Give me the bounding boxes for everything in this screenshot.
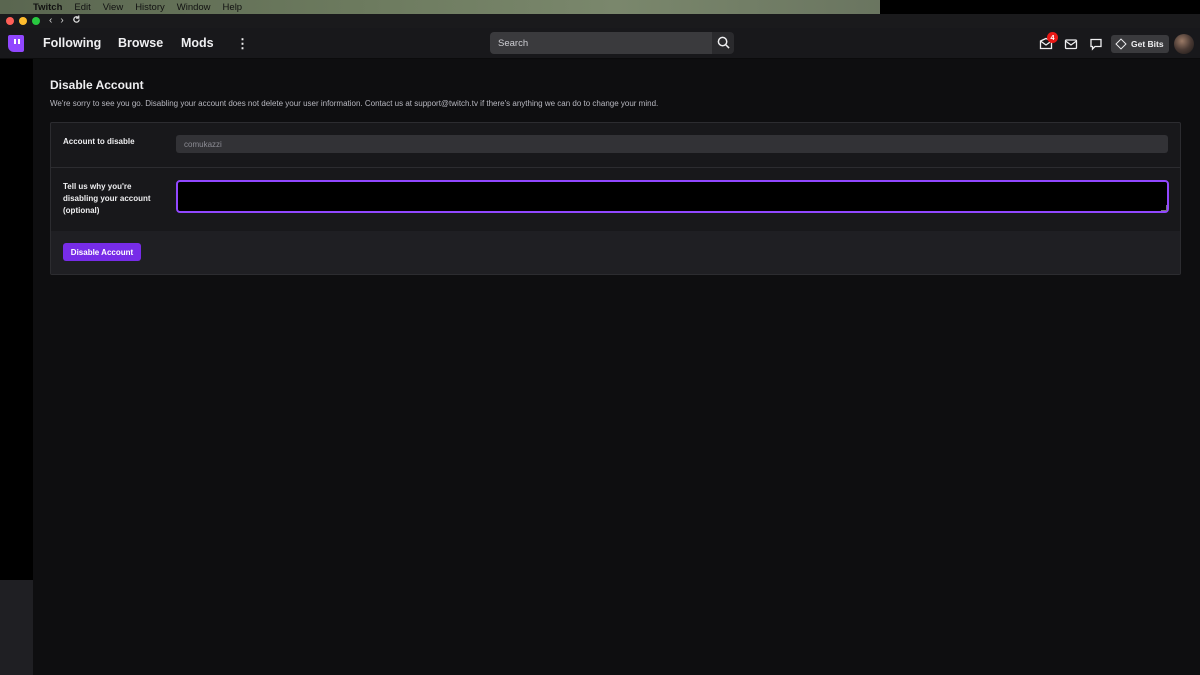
- menu-help[interactable]: Help: [223, 2, 243, 13]
- main-content: Disable Account We're sorry to see you g…: [33, 59, 1200, 675]
- top-navigation: Following Browse Mods ⋮: [0, 28, 1200, 59]
- reason-label: Tell us why you're disabling your accoun…: [63, 181, 151, 217]
- menubar-dark-area: [880, 0, 1200, 14]
- menu-window[interactable]: Window: [177, 2, 211, 13]
- minimize-window-button[interactable]: [19, 17, 27, 25]
- chat-icon[interactable]: [1089, 37, 1103, 51]
- get-bits-button[interactable]: Get Bits: [1111, 35, 1169, 53]
- resize-grip-icon[interactable]: [1161, 205, 1167, 211]
- macos-menubar: Twitch Edit View History Window Help: [0, 0, 880, 14]
- nav-browse[interactable]: Browse: [118, 36, 163, 50]
- bits-gem-icon: [1115, 38, 1127, 50]
- get-bits-label: Get Bits: [1131, 39, 1164, 49]
- search-input[interactable]: [490, 32, 712, 54]
- menu-app-twitch[interactable]: Twitch: [33, 2, 62, 13]
- twitch-logo-icon[interactable]: [8, 35, 24, 52]
- reason-row: Tell us why you're disabling your accoun…: [51, 168, 1180, 231]
- reason-textarea[interactable]: [176, 180, 1169, 213]
- close-window-button[interactable]: [6, 17, 14, 25]
- reason-label-line1: Tell us why you're: [63, 182, 132, 191]
- side-nav: [0, 59, 33, 675]
- reload-icon[interactable]: [72, 15, 81, 27]
- more-icon[interactable]: ⋮: [236, 36, 249, 52]
- reason-label-line3: (optional): [63, 206, 100, 215]
- menu-edit[interactable]: Edit: [74, 2, 90, 13]
- form-footer: Disable Account: [51, 231, 1180, 274]
- reason-label-line2: disabling your account: [63, 194, 151, 203]
- zoom-window-button[interactable]: [32, 17, 40, 25]
- account-label: Account to disable: [63, 137, 135, 146]
- notification-badge: 4: [1047, 32, 1058, 43]
- disable-account-form: Account to disable Tell us why you're di…: [50, 122, 1181, 275]
- back-icon[interactable]: ‹: [49, 16, 52, 26]
- nav-mods[interactable]: Mods: [181, 36, 214, 50]
- side-nav-footer: [0, 580, 33, 675]
- page-description: We're sorry to see you go. Disabling you…: [50, 99, 659, 108]
- whispers-icon[interactable]: [1064, 37, 1078, 51]
- account-field[interactable]: [176, 135, 1168, 153]
- disable-account-button[interactable]: Disable Account: [63, 243, 141, 261]
- page-title: Disable Account: [50, 78, 144, 92]
- account-row: Account to disable: [51, 123, 1180, 168]
- forward-icon[interactable]: ›: [60, 16, 63, 26]
- search-icon: [717, 36, 730, 49]
- menu-view[interactable]: View: [103, 2, 123, 13]
- avatar[interactable]: [1174, 34, 1194, 54]
- nav-following[interactable]: Following: [43, 36, 101, 50]
- window-chrome: ‹ ›: [0, 14, 1200, 28]
- menu-history[interactable]: History: [135, 2, 165, 13]
- search-button[interactable]: [712, 32, 734, 54]
